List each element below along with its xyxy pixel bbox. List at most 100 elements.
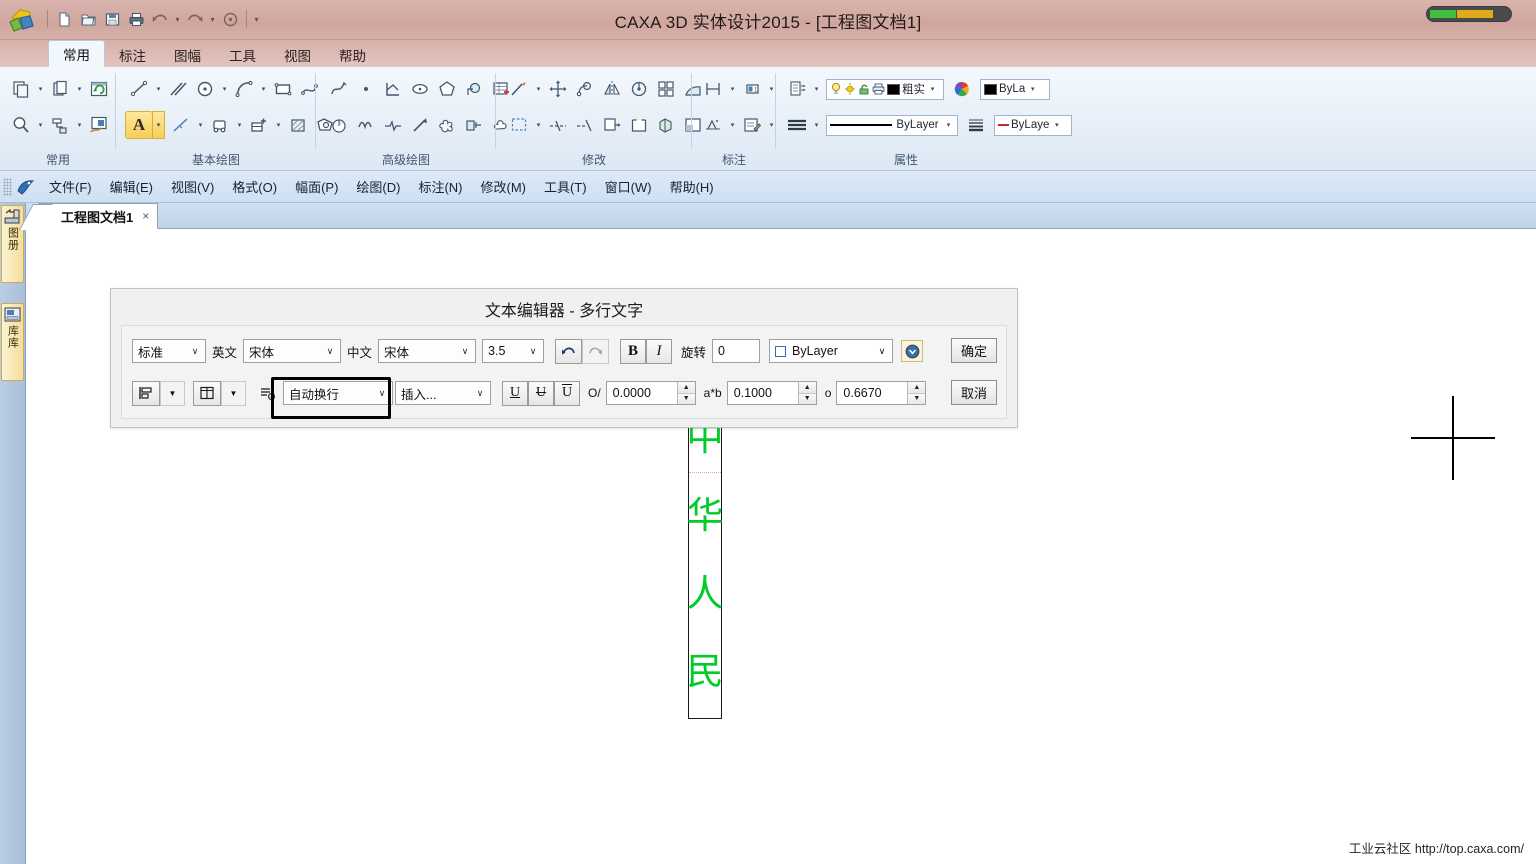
construction-line-dropdown-icon[interactable]: ▾: [195, 112, 206, 138]
spacing-spinner[interactable]: 0.6670 ▲ ▼: [836, 381, 927, 405]
zoom-dropdown-icon[interactable]: ▾: [35, 112, 46, 138]
lineweight-combo[interactable]: ByLaye ▾: [994, 114, 1072, 136]
english-font-select[interactable]: 宋体 ∨: [243, 339, 342, 363]
array-icon[interactable]: [653, 76, 679, 102]
sidebar-tab-drawing-library[interactable]: 图册: [1, 205, 24, 283]
columns-button[interactable]: [193, 380, 221, 406]
style-select[interactable]: 标准 ∨: [132, 339, 206, 363]
leader-label-icon[interactable]: 1: [739, 76, 765, 102]
arrow-icon[interactable]: [407, 112, 433, 138]
underline-button[interactable]: U: [502, 380, 528, 406]
vertical-text-object[interactable]: 中 华 人 民: [687, 419, 724, 690]
construction-line-icon[interactable]: [168, 112, 194, 138]
chevron-down-icon[interactable]: ∨: [874, 346, 890, 357]
hatch-icon[interactable]: [285, 112, 311, 138]
point-icon[interactable]: [353, 76, 379, 102]
menu-modify[interactable]: 修改(M): [472, 175, 536, 198]
trim-edge-icon[interactable]: [545, 112, 571, 138]
menu-layout[interactable]: 幅面(P): [286, 175, 347, 198]
text-align-button[interactable]: [132, 380, 160, 406]
text-align-dropdown[interactable]: ▼: [160, 380, 185, 406]
ratio-spinner-buttons[interactable]: ▲ ▼: [797, 382, 816, 404]
more-options-button[interactable]: [901, 340, 924, 362]
layer-manager-dropdown-icon[interactable]: ▾: [811, 76, 822, 102]
extend-icon[interactable]: [572, 112, 598, 138]
wrap-mode-select[interactable]: 自动换行 ∨: [283, 381, 393, 405]
slant-spinner-buttons[interactable]: ▲ ▼: [676, 382, 695, 404]
ribbon-tab-changyong[interactable]: 常用: [48, 40, 105, 67]
ellipse-icon[interactable]: [407, 76, 433, 102]
menu-file[interactable]: 文件(F): [40, 175, 101, 198]
selection-icon[interactable]: [506, 112, 532, 138]
pie-sector-icon[interactable]: [326, 112, 352, 138]
paste-dropdown-icon[interactable]: ▾: [74, 76, 85, 102]
rotate-input[interactable]: 0: [712, 339, 761, 363]
zigzag-icon[interactable]: [380, 112, 406, 138]
menu-window[interactable]: 窗口(W): [596, 175, 661, 198]
chevron-down-icon[interactable]: ∨: [525, 346, 541, 357]
menu-edit[interactable]: 编辑(E): [101, 175, 162, 198]
trim-icon[interactable]: [506, 76, 532, 102]
document-tab-strip[interactable]: 工程图文档1 ×: [19, 203, 1536, 230]
linetype-manager-icon[interactable]: [784, 112, 810, 138]
menu-help[interactable]: 帮助(H): [661, 175, 723, 198]
circle-icon[interactable]: [192, 76, 218, 102]
menu-dimension[interactable]: 标注(N): [409, 175, 471, 198]
community-url[interactable]: http://top.caxa.com/: [1415, 842, 1524, 856]
color-combo[interactable]: ByLa ▾: [980, 78, 1050, 100]
chevron-down-icon[interactable]: ∨: [374, 388, 390, 399]
slant-spinner[interactable]: 0.0000 ▲ ▼: [605, 381, 696, 405]
spinner-down-icon[interactable]: ▼: [908, 393, 926, 404]
redo-button[interactable]: [582, 338, 610, 364]
cloud-revision-icon[interactable]: [434, 112, 460, 138]
menu-tools[interactable]: 工具(T): [535, 175, 596, 198]
chevron-down-icon[interactable]: ∨: [457, 346, 473, 357]
font-size-select[interactable]: 3.5 ∨: [482, 339, 545, 363]
menubar-grip[interactable]: [3, 177, 12, 196]
ribbon-tab-bangzhu[interactable]: 帮助: [325, 42, 380, 67]
copy-dropdown-icon[interactable]: ▾: [35, 76, 46, 102]
document-tab[interactable]: 工程图文档1 ×: [19, 203, 159, 230]
ok-button[interactable]: 确定: [951, 338, 997, 363]
copy-icon[interactable]: [8, 76, 34, 102]
pentagon-icon[interactable]: [434, 76, 460, 102]
selection-dropdown-icon[interactable]: ▾: [533, 112, 544, 138]
linetype-manager-dropdown-icon[interactable]: ▾: [811, 112, 822, 138]
spinner-down-icon[interactable]: ▼: [798, 393, 816, 404]
text-settings-button[interactable]: [254, 381, 280, 406]
spinner-up-icon[interactable]: ▲: [677, 382, 695, 394]
polygon-line-icon[interactable]: [380, 76, 406, 102]
color-wheel-icon[interactable]: [949, 76, 975, 102]
arc-icon[interactable]: [231, 76, 257, 102]
linetype-combo-arrow-icon[interactable]: ▾: [943, 121, 954, 129]
circle-dropdown-icon[interactable]: ▾: [219, 76, 230, 102]
text-color-select[interactable]: ByLayer ∨: [769, 339, 894, 363]
text-icon[interactable]: A: [125, 111, 153, 139]
undo-button[interactable]: [555, 338, 583, 364]
color-combo-arrow-icon[interactable]: ▾: [1027, 85, 1038, 93]
line-dropdown-icon[interactable]: ▾: [153, 76, 164, 102]
menu-view[interactable]: 视图(V): [162, 175, 223, 198]
insert-select[interactable]: 插入... ∨: [395, 381, 491, 405]
block-icon[interactable]: [207, 112, 233, 138]
linear-dimension-icon[interactable]: [700, 76, 726, 102]
menu-draw[interactable]: 绘图(D): [347, 175, 409, 198]
spinner-up-icon[interactable]: ▲: [798, 382, 816, 394]
strikethrough-button[interactable]: U: [528, 380, 554, 406]
bold-button[interactable]: B: [620, 338, 647, 364]
menu-bar[interactable]: 文件(F) 编辑(E) 视图(V) 格式(O) 幅面(P) 绘图(D) 标注(N…: [0, 171, 1536, 203]
roughness-icon[interactable]: [700, 112, 726, 138]
paste-icon[interactable]: [47, 76, 73, 102]
gear-draw-icon[interactable]: [461, 76, 487, 102]
layer-manager-icon[interactable]: [784, 76, 810, 102]
rectangle-icon[interactable]: [270, 76, 296, 102]
columns-dropdown[interactable]: ▼: [221, 380, 246, 406]
insert-table-icon[interactable]: [246, 112, 272, 138]
chevron-down-icon[interactable]: ∨: [187, 346, 203, 357]
linetype-combo[interactable]: ByLayer ▾: [826, 114, 958, 136]
format-painter-icon[interactable]: [47, 112, 73, 138]
ratio-spinner[interactable]: 0.1000 ▲ ▼: [726, 381, 817, 405]
zoom-icon[interactable]: [8, 112, 34, 138]
polyline-icon[interactable]: [326, 76, 352, 102]
menu-format[interactable]: 格式(O): [223, 175, 286, 198]
